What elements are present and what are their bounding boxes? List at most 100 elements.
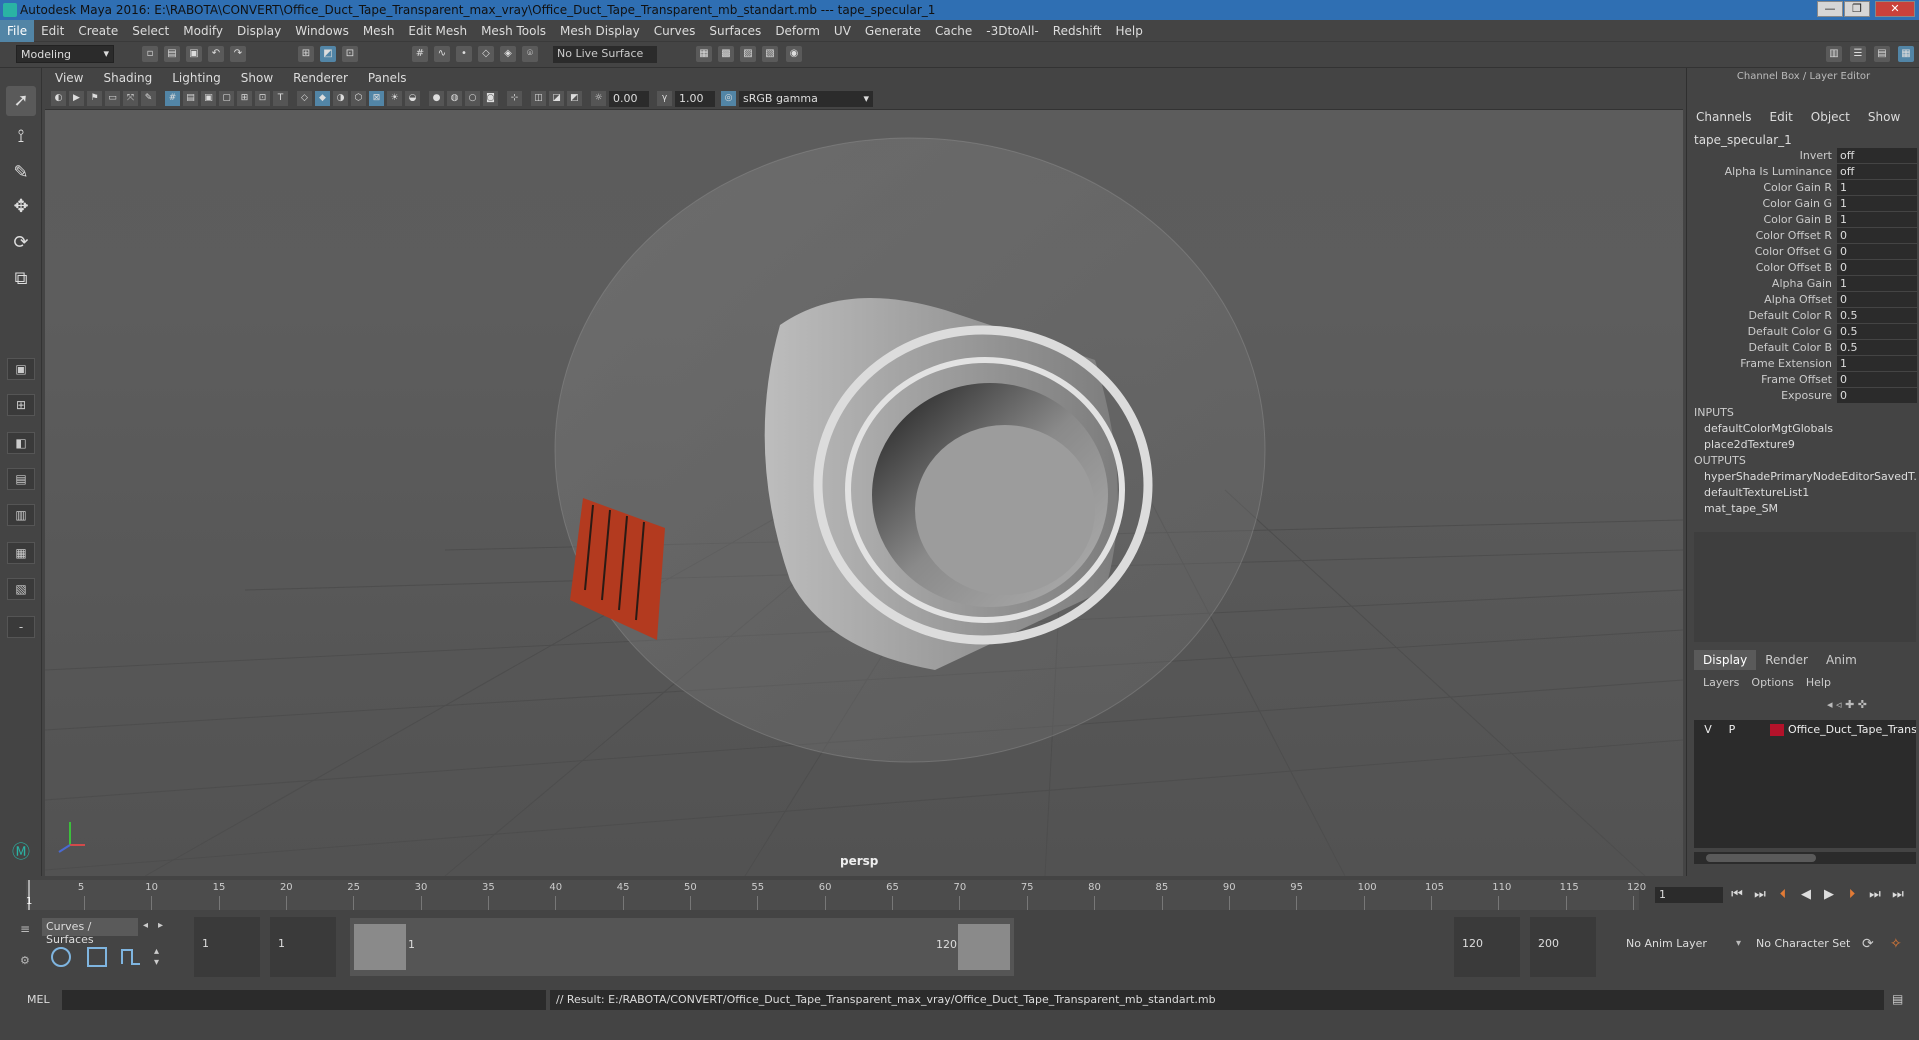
attr-row-alpha-offset[interactable]: Alpha Offset 0 [1687, 292, 1919, 308]
tab-display[interactable]: Display [1694, 650, 1757, 670]
output-item[interactable]: defaultTextureList1 [1704, 486, 1916, 499]
attr-value[interactable]: 0.5 [1837, 340, 1917, 355]
viewport-menu-shading[interactable]: Shading [93, 68, 162, 88]
attr-row-color-offset-g[interactable]: Color Offset G 0 [1687, 244, 1919, 260]
minimize-button[interactable]: — [1817, 1, 1843, 17]
ambient-occlusion-icon[interactable]: ● [429, 91, 444, 106]
outliner-persp-icon[interactable]: ▤ [7, 468, 35, 490]
script-language-label[interactable]: MEL [27, 993, 50, 1006]
mode-select[interactable]: Modeling ▾ [16, 45, 114, 63]
menu-curves[interactable]: Curves [647, 20, 703, 42]
tab-anim[interactable]: Anim [1817, 650, 1866, 670]
attr-row-frame-offset[interactable]: Frame Offset 0 [1687, 372, 1919, 388]
attr-row-color-offset-b[interactable]: Color Offset B 0 [1687, 260, 1919, 276]
ipr-render-icon[interactable]: ▨ [740, 46, 756, 62]
playback-end-field[interactable]: 120 [1454, 917, 1520, 977]
menu-mesh-display[interactable]: Mesh Display [553, 20, 647, 42]
xray-joints-icon[interactable]: ◪ [549, 91, 564, 106]
four-view-icon[interactable]: ⊞ [7, 394, 35, 416]
exposure-field[interactable]: 0.00 [609, 91, 649, 107]
graph-persp-icon[interactable]: ▥ [7, 504, 35, 526]
new-scene-icon[interactable]: ▫ [142, 46, 158, 62]
tab-object[interactable]: Object [1802, 110, 1859, 124]
scrollbar-thumb[interactable] [1706, 854, 1816, 862]
attr-row-alpha-is-luminance[interactable]: Alpha Is Luminance off [1687, 164, 1919, 180]
live-surface-field[interactable]: No Live Surface [553, 46, 657, 63]
menu-edit[interactable]: Edit [34, 20, 71, 42]
menu-redshift[interactable]: Redshift [1046, 20, 1109, 42]
paint-select-tool-icon[interactable]: ✎ [6, 158, 36, 188]
menu-mesh-tools[interactable]: Mesh Tools [474, 20, 553, 42]
menu-file[interactable]: File [0, 20, 35, 42]
use-all-lights-icon[interactable]: ☀ [387, 91, 402, 106]
attr-value[interactable]: 0 [1837, 292, 1917, 307]
go-to-start-icon[interactable]: ⏮ [1728, 887, 1746, 903]
xray-components-icon[interactable]: ◩ [567, 91, 582, 106]
command-input[interactable] [62, 990, 546, 1010]
attr-row-color-gain-r[interactable]: Color Gain R 1 [1687, 180, 1919, 196]
step-back-key-icon[interactable]: ⏭ [1751, 887, 1769, 903]
redo-icon[interactable]: ↷ [230, 46, 246, 62]
shelf-menu-icon[interactable]: ≡ [20, 922, 30, 936]
select-object-icon[interactable]: ◩ [320, 46, 336, 62]
hypershade-persp-icon[interactable]: ▦ [7, 542, 35, 564]
menu-windows[interactable]: Windows [288, 20, 356, 42]
tab-edit[interactable]: Edit [1761, 110, 1802, 124]
tab-channels[interactable]: Channels [1687, 110, 1761, 124]
attr-value[interactable]: 0 [1837, 260, 1917, 275]
layer-color-swatch[interactable] [1770, 724, 1784, 736]
rotate-tool-icon[interactable]: ⟳ [6, 228, 36, 258]
attr-value[interactable]: 1 [1837, 180, 1917, 195]
attr-value[interactable]: 1 [1837, 212, 1917, 227]
go-to-end-icon[interactable]: ⏭ [1889, 887, 1907, 903]
attr-row-color-gain-g[interactable]: Color Gain G 1 [1687, 196, 1919, 212]
new-layer-selected-icon[interactable]: ✜ [1858, 698, 1867, 711]
render-settings-icon[interactable]: ▧ [762, 46, 778, 62]
attr-value[interactable]: 0 [1837, 244, 1917, 259]
viewport-menu-show[interactable]: Show [231, 68, 283, 88]
safe-title-icon[interactable]: T [273, 91, 288, 106]
viewport-menu-view[interactable]: View [45, 68, 93, 88]
layer-name[interactable]: Office_Duct_Tape_Transp [1788, 723, 1916, 736]
snap-view-icon[interactable]: ◇ [478, 46, 494, 62]
step-forward-key-icon[interactable]: ⏭ [1866, 887, 1884, 903]
node-name[interactable]: tape_specular_1 [1694, 133, 1792, 147]
menu-create[interactable]: Create [71, 20, 125, 42]
menu-help[interactable]: Help [1108, 20, 1149, 42]
render-frame-icon[interactable]: ▩ [718, 46, 734, 62]
layer-menu-layers[interactable]: Layers [1697, 676, 1745, 689]
tab-render[interactable]: Render [1756, 650, 1817, 670]
attr-row-exposure[interactable]: Exposure 0 [1687, 388, 1919, 404]
scene-canvas[interactable] [45, 110, 1683, 876]
input-item[interactable]: place2dTexture9 [1704, 438, 1916, 451]
channel-box-icon[interactable]: ▦ [1898, 46, 1914, 62]
depth-of-field-icon[interactable]: ◙ [483, 91, 498, 106]
grease-pencil-icon[interactable]: ✎ [141, 91, 156, 106]
bookmark-icon[interactable]: ⚑ [87, 91, 102, 106]
save-scene-icon[interactable]: ▣ [186, 46, 202, 62]
viewport-menu-panels[interactable]: Panels [358, 68, 417, 88]
layer-menu-options[interactable]: Options [1745, 676, 1799, 689]
range-start-handle[interactable] [354, 924, 406, 970]
attr-row-color-gain-b[interactable]: Color Gain B 1 [1687, 212, 1919, 228]
modeling-toolkit-icon[interactable]: ▥ [1826, 46, 1842, 62]
input-item[interactable]: defaultColorMgtGlobals [1704, 422, 1916, 435]
lasso-tool-icon[interactable]: ⟟ [6, 122, 36, 152]
current-frame-field[interactable]: 1 [1655, 887, 1723, 903]
exposure-icon[interactable]: ☼ [591, 91, 606, 106]
attr-value[interactable]: 1 [1837, 196, 1917, 211]
attr-value[interactable]: off [1837, 164, 1917, 179]
single-view-icon[interactable]: ▣ [7, 358, 35, 380]
maximize-button[interactable]: ❐ [1844, 1, 1870, 17]
nurbs-circle-icon[interactable] [50, 946, 72, 968]
snap-grid-icon[interactable]: # [412, 46, 428, 62]
shelf-scroll-icon[interactable]: ▴ ▾ [154, 946, 159, 968]
attr-row-invert[interactable]: Invert off [1687, 148, 1919, 164]
anim-layer-select[interactable]: No Anim Layer [1620, 917, 1738, 977]
attr-value[interactable]: off [1837, 148, 1917, 163]
tab-show[interactable]: Show [1859, 110, 1909, 124]
play-forward-icon[interactable]: ▶ [1820, 887, 1838, 903]
smooth-shade-icon[interactable]: ◆ [315, 91, 330, 106]
snap-surface-icon[interactable]: ◈ [500, 46, 516, 62]
attr-row-default-color-g[interactable]: Default Color G 0.5 [1687, 324, 1919, 340]
